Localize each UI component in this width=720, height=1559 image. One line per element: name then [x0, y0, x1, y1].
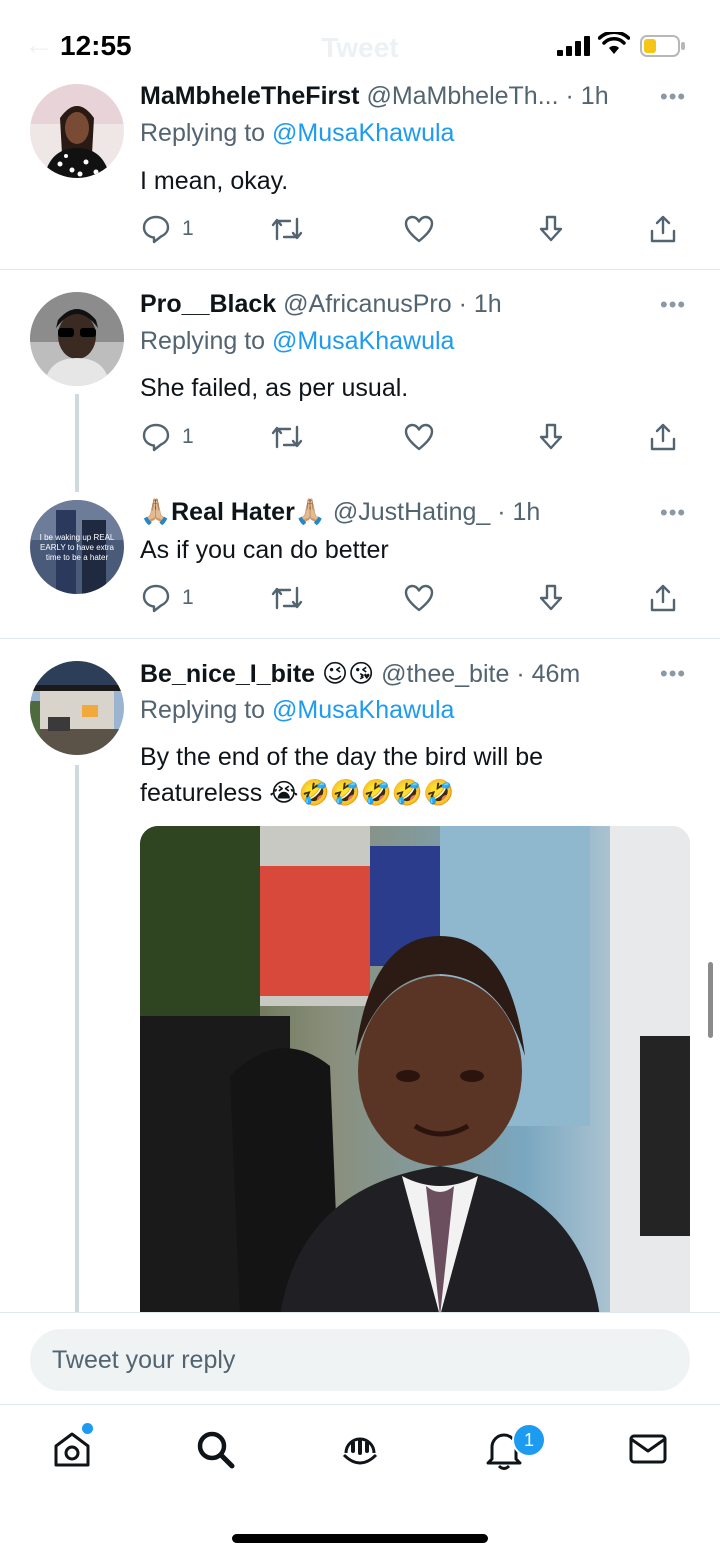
- avatar[interactable]: [30, 292, 124, 386]
- mention-link[interactable]: @MusaKhawula: [272, 119, 454, 147]
- spaces-icon: [342, 1437, 378, 1465]
- svg-text:time to be a hater: time to be a hater: [46, 553, 109, 562]
- retweet-button[interactable]: [270, 419, 304, 455]
- reply-button[interactable]: 1: [140, 211, 194, 247]
- display-name[interactable]: 🙏🏼Real Hater🙏🏼: [140, 498, 326, 526]
- more-icon[interactable]: •••: [660, 84, 686, 110]
- tab-messages[interactable]: [626, 1427, 670, 1476]
- mention-link[interactable]: @MusaKhawula: [272, 327, 454, 355]
- handle[interactable]: @JustHating_: [333, 498, 490, 526]
- replying-to: Replying to @MusaKhawula: [140, 327, 455, 355]
- reply-icon: [142, 215, 170, 244]
- timestamp[interactable]: · 1h: [459, 290, 502, 318]
- reply-composer: Tweet your reply: [0, 1312, 720, 1405]
- messages-icon: [629, 1434, 667, 1464]
- reply-button[interactable]: 1: [140, 419, 194, 455]
- timestamp[interactable]: · 1h: [497, 498, 540, 526]
- share-button[interactable]: [647, 580, 679, 616]
- display-name[interactable]: MaMbheleTheFirst: [140, 82, 359, 110]
- tab-search[interactable]: [193, 1427, 237, 1476]
- reply-count: 1: [182, 425, 194, 448]
- retweet-button[interactable]: [270, 211, 304, 247]
- action-bar: 1: [140, 419, 690, 455]
- like-button[interactable]: [403, 580, 435, 616]
- reply-icon: [142, 423, 170, 452]
- handle[interactable]: @AfricanusPro: [283, 290, 452, 318]
- replying-to: Replying to @MusaKhawula: [140, 119, 455, 147]
- avatar[interactable]: [30, 84, 124, 178]
- more-icon[interactable]: •••: [660, 661, 686, 687]
- avatar[interactable]: I be waking up REAL EARLY to have extra …: [30, 500, 124, 594]
- mention-link[interactable]: @MusaKhawula: [272, 696, 454, 724]
- reply-count: 1: [182, 586, 194, 609]
- avatar-caption: I be waking up REAL: [40, 533, 115, 542]
- reply-placeholder: Tweet your reply: [52, 1346, 236, 1374]
- like-button[interactable]: [403, 211, 435, 247]
- download-button[interactable]: [535, 419, 567, 455]
- search-icon: [197, 1431, 235, 1469]
- avatar[interactable]: [30, 661, 124, 755]
- share-icon: [650, 423, 676, 451]
- share-icon: [650, 215, 676, 243]
- download-button[interactable]: [535, 211, 567, 247]
- timestamp[interactable]: · 46m: [516, 660, 580, 688]
- tweet-text: As if you can do better: [140, 536, 389, 564]
- more-icon[interactable]: •••: [660, 292, 686, 318]
- svg-text:EARLY to have extra: EARLY to have extra: [40, 543, 115, 552]
- home-indicator[interactable]: [232, 1534, 488, 1543]
- like-button[interactable]: [403, 419, 435, 455]
- tweet-text: By the end of the day the bird will be f…: [140, 743, 544, 807]
- tweet-header: Pro__Black @AfricanusPro · 1h: [140, 290, 502, 319]
- download-button[interactable]: [535, 580, 567, 616]
- like-icon: [404, 215, 434, 243]
- reply-button[interactable]: 1: [140, 580, 194, 616]
- handle[interactable]: @thee_bite: [381, 660, 509, 688]
- tweet-3[interactable]: I be waking up REAL EARLY to have extra …: [0, 480, 720, 638]
- scrollbar[interactable]: [708, 962, 713, 1038]
- tweet-text: I mean, okay.: [140, 167, 289, 195]
- download-icon: [539, 423, 563, 450]
- tab-spaces[interactable]: [338, 1427, 382, 1476]
- action-bar: 1: [140, 211, 690, 247]
- tweet-header: MaMbheleTheFirst @MaMbheleTh... · 1h: [140, 82, 609, 111]
- tweet-header: 🙏🏼Real Hater🙏🏼 @JustHating_ · 1h: [140, 498, 540, 527]
- timestamp[interactable]: · 1h: [566, 82, 609, 110]
- home-unread-dot: [82, 1423, 93, 1434]
- more-icon[interactable]: •••: [660, 500, 686, 526]
- retweet-icon: [271, 217, 303, 241]
- share-button[interactable]: [647, 211, 679, 247]
- reply-icon: [142, 584, 170, 613]
- action-bar: 1: [140, 580, 690, 616]
- like-icon: [404, 584, 434, 612]
- tweet-header: Be_nice_I_bite 😉😘 @thee_bite · 46m: [140, 659, 580, 689]
- tweet-2[interactable]: Pro__Black @AfricanusPro · 1h ••• Replyi…: [0, 270, 720, 492]
- share-button[interactable]: [647, 419, 679, 455]
- reply-count: 1: [182, 217, 194, 240]
- tab-home[interactable]: [50, 1427, 94, 1476]
- thread-line: [75, 394, 79, 492]
- thread-line: [75, 765, 79, 1312]
- tweet-1[interactable]: MaMbheleTheFirst @MaMbheleTh... · 1h •••…: [0, 0, 720, 270]
- download-icon: [539, 584, 563, 611]
- reply-input[interactable]: Tweet your reply: [30, 1329, 690, 1391]
- retweet-icon: [271, 425, 303, 449]
- replying-to: Replying to @MusaKhawula: [140, 696, 455, 724]
- handle[interactable]: @MaMbheleTh...: [366, 82, 558, 110]
- display-name[interactable]: Pro__Black: [140, 290, 276, 318]
- download-icon: [539, 215, 563, 242]
- tweet-image[interactable]: [140, 826, 690, 1316]
- retweet-button[interactable]: [270, 580, 304, 616]
- share-icon: [650, 584, 676, 612]
- tweet-text: She failed, as per usual.: [140, 374, 409, 402]
- retweet-icon: [271, 586, 303, 610]
- like-icon: [404, 423, 434, 451]
- notifications-badge: 1: [512, 1423, 546, 1457]
- display-name[interactable]: Be_nice_I_bite 😉😘: [140, 660, 374, 688]
